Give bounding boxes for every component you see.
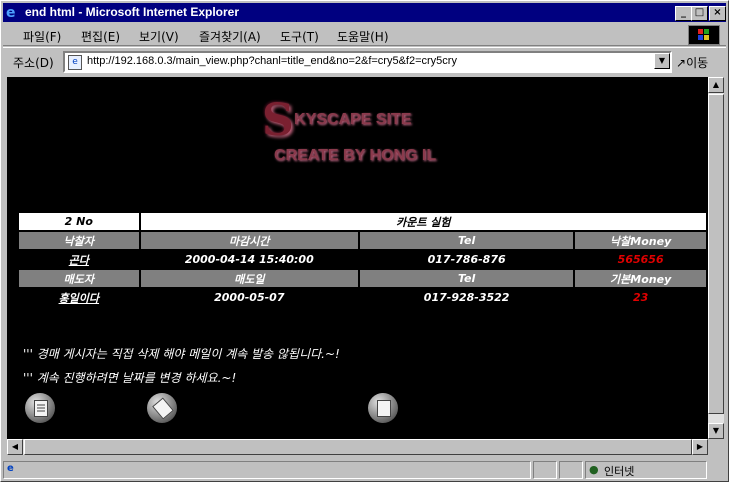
list-button[interactable]: [25, 393, 55, 423]
page-content: S KYSCAPE SITE CREATE BY HONG IL 2 No 카운…: [7, 77, 708, 439]
status-main: e: [3, 461, 531, 479]
ie-logo-icon: e: [6, 5, 16, 21]
seller-link[interactable]: 홍일이다: [19, 289, 139, 306]
notice-line-1: ''' 경매 게시자는 직접 삭제 해야 메일이 계속 발송 않됩니다.~!: [23, 347, 340, 361]
scroll-down-icon[interactable]: ▼: [708, 423, 724, 439]
header-tel: Tel: [359, 232, 574, 249]
title-bar: e end html - Microsoft Internet Explorer…: [3, 3, 726, 22]
header-deadline: 마감시간: [140, 232, 358, 249]
menu-edit[interactable]: 편집(E): [81, 28, 120, 45]
status-zone: ● 인터넷: [585, 461, 707, 479]
close-button[interactable]: ×: [709, 6, 726, 21]
notice-line-2: ''' 계속 진행하려면 날짜를 변경 하세요.~!: [23, 371, 237, 385]
scroll-left-icon[interactable]: ◀: [7, 439, 23, 455]
logo-line2: CREATE BY HONG IL: [274, 147, 437, 164]
site-logo: S KYSCAPE SITE CREATE BY HONG IL: [262, 99, 462, 179]
maximize-button[interactable]: □: [691, 6, 708, 21]
bidder-link[interactable]: 곤다: [19, 251, 139, 268]
header-bidder: 낙찰자: [19, 232, 139, 249]
deadline-value: 2000-04-14 15:40:00: [140, 251, 358, 268]
list-icon: [34, 400, 48, 417]
auction-number: 2 No: [19, 213, 139, 230]
minimize-button[interactable]: _: [675, 6, 692, 21]
vertical-scroll-thumb[interactable]: [708, 94, 724, 414]
delete-button[interactable]: [368, 393, 398, 423]
windows-logo-icon: [688, 25, 720, 45]
header-base-money: 기본Money: [575, 270, 706, 287]
bidder-tel-value: 017-786-876: [359, 251, 574, 268]
page-done-icon: e: [7, 463, 14, 474]
go-arrow-icon: ↗: [676, 56, 687, 70]
sale-date-value: 2000-05-07: [140, 289, 358, 306]
address-bar: 주소(D) e http://192.168.0.3/main_view.php…: [3, 47, 726, 75]
address-dropdown-icon[interactable]: ▼: [654, 53, 670, 69]
auction-table: 2 No 카운트 실험 낙찰자 마감시간 Tel 낙찰Money 곤다 2000…: [17, 211, 708, 308]
edit-icon: [152, 397, 174, 420]
menu-file[interactable]: 파일(F): [23, 28, 61, 45]
window-title: end html - Microsoft Internet Explorer: [25, 5, 240, 19]
header-seller-tel: Tel: [359, 270, 574, 287]
header-winning-money: 낙찰Money: [575, 232, 706, 249]
edit-button[interactable]: [147, 393, 177, 423]
address-url[interactable]: http://192.168.0.3/main_view.php?chanl=t…: [87, 55, 457, 67]
logo-big-letter: S: [262, 95, 294, 146]
horizontal-scrollbar[interactable]: ◀ ▶: [7, 439, 708, 455]
header-sale-date: 매도일: [140, 270, 358, 287]
globe-icon: ●: [589, 463, 599, 476]
menu-tools[interactable]: 도구(T): [280, 28, 319, 45]
winning-money-value: 565656: [575, 251, 706, 268]
seller-tel-value: 017-928-3522: [359, 289, 574, 306]
zone-label: 인터넷: [604, 465, 635, 478]
go-button[interactable]: ↗이동: [676, 54, 708, 71]
go-label: 이동: [686, 56, 709, 70]
vertical-scrollbar[interactable]: ▲ ▼: [708, 77, 724, 439]
status-panel-1: [533, 461, 557, 479]
horizontal-scroll-thumb[interactable]: [24, 439, 692, 455]
scroll-right-icon[interactable]: ▶: [692, 439, 708, 455]
scroll-up-icon[interactable]: ▲: [708, 77, 724, 93]
base-money-value: 23: [575, 289, 706, 306]
page-icon: e: [68, 55, 82, 70]
menu-favorites[interactable]: 즐겨찾기(A): [199, 28, 261, 45]
delete-icon: [377, 400, 391, 417]
address-input[interactable]: e http://192.168.0.3/main_view.php?chanl…: [63, 51, 672, 73]
status-panel-2: [559, 461, 583, 479]
browser-window: e end html - Microsoft Internet Explorer…: [0, 0, 729, 482]
scroll-corner: [708, 439, 724, 455]
menu-view[interactable]: 보기(V): [139, 28, 179, 45]
header-seller: 매도자: [19, 270, 139, 287]
menu-bar: 파일(F) 편집(E) 보기(V) 즐겨찾기(A) 도구(T) 도움말(H): [3, 24, 726, 46]
logo-line1: KYSCAPE SITE: [294, 111, 412, 128]
status-bar: e ● 인터넷: [3, 459, 726, 479]
auction-title: 카운트 실험: [140, 213, 706, 230]
address-label: 주소(D): [13, 56, 54, 70]
menu-help[interactable]: 도움말(H): [337, 28, 389, 45]
